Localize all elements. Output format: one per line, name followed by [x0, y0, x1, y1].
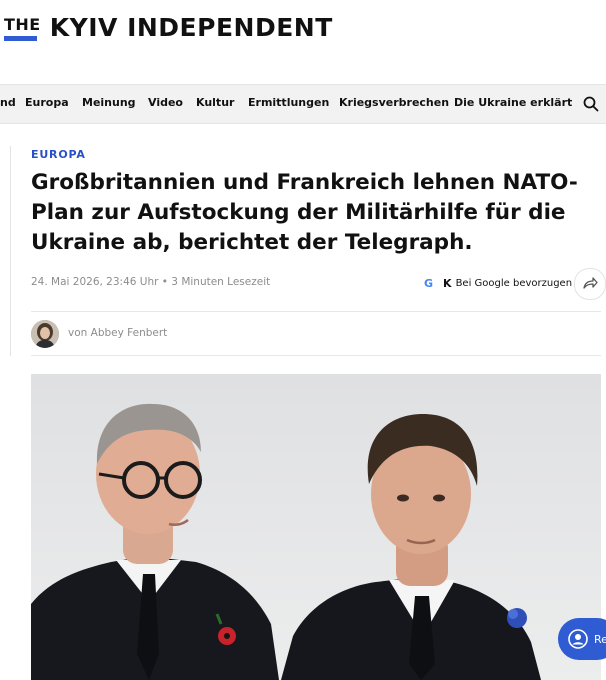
author-byline[interactable]: von Abbey Fenbert — [68, 327, 167, 339]
google-icon: G — [424, 276, 434, 290]
kyiv-independent-icon: K — [443, 276, 452, 290]
floating-read-button[interactable]: Re — [558, 618, 606, 660]
meta-divider — [31, 311, 601, 312]
nav-item-kriegsverbrechen[interactable]: Kriegsverbrechen — [339, 96, 449, 109]
article-hero-image — [31, 374, 601, 680]
user-circle-icon — [568, 629, 588, 649]
nav-item-partial[interactable]: nd — [0, 96, 16, 109]
prefer-on-google-button[interactable]: G K Bei Google bevorzugen — [418, 269, 572, 297]
nav-item-meinung[interactable]: Meinung — [82, 96, 136, 109]
article-headline: Großbritannien und Frankreich lehnen NAT… — [31, 170, 578, 255]
section-navigation: nd Europa Meinung Video Kultur Ermittlun… — [0, 84, 606, 124]
floating-read-label: Re — [594, 632, 606, 646]
nav-item-die-ukraine-erklaert[interactable]: Die Ukraine erklärt — [454, 96, 572, 109]
article-category[interactable]: EUROPA — [31, 148, 86, 161]
logo-name: KYIV INDEPENDENT — [49, 12, 333, 42]
prefer-on-google-label: Bei Google bevorzugen — [455, 277, 573, 289]
logo-the: THE — [4, 14, 41, 34]
search-icon[interactable] — [582, 95, 600, 113]
nav-item-ermittlungen[interactable]: Ermittlungen — [248, 96, 329, 109]
byline-divider — [31, 355, 601, 356]
share-arrow-icon — [583, 277, 598, 289]
left-divider — [10, 146, 11, 356]
nav-item-kultur[interactable]: Kultur — [196, 96, 234, 109]
logo-accent-bar — [4, 36, 37, 41]
nav-item-video[interactable]: Video — [148, 96, 183, 109]
author-avatar[interactable] — [31, 320, 59, 348]
share-button[interactable] — [574, 268, 606, 300]
article-meta: 24. Mai 2026, 23:46 Uhr • 3 Minuten Lese… — [31, 276, 271, 288]
site-logo[interactable]: THE KYIV INDEPENDENT — [0, 12, 333, 42]
nav-item-europa[interactable]: Europa — [25, 96, 69, 109]
